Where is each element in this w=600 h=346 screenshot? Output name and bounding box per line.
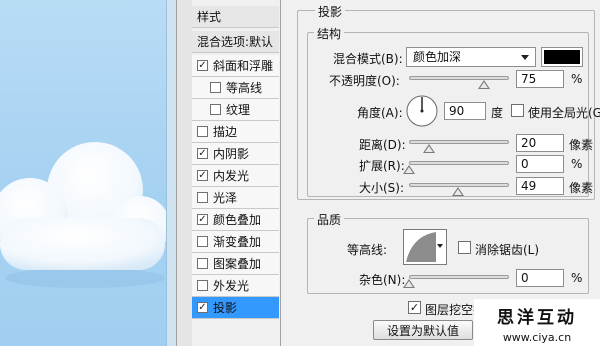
angle-label: 角度(A): bbox=[357, 106, 403, 120]
blend-options-label: 混合选项:默认 bbox=[197, 35, 274, 49]
opacity-unit: % bbox=[571, 72, 583, 86]
angle-field[interactable]: 90 bbox=[444, 102, 486, 120]
style-item-label: 颜色叠加 bbox=[213, 213, 262, 227]
contour-curve-icon bbox=[406, 232, 436, 262]
noise-slider[interactable] bbox=[409, 275, 509, 279]
distance-label: 距离(D): bbox=[359, 138, 406, 152]
style-item[interactable]: 渐变叠加 bbox=[192, 231, 279, 253]
cloud-illustration bbox=[0, 142, 170, 288]
spread-unit: % bbox=[571, 157, 583, 171]
knockout-checkbox[interactable]: ✓ bbox=[408, 301, 421, 314]
spread-field[interactable]: 0 bbox=[516, 155, 564, 173]
style-item[interactable]: ✓ 内阴影 bbox=[192, 143, 279, 165]
shadow-color-fill bbox=[544, 50, 580, 64]
dialog-edge bbox=[176, 0, 192, 346]
style-item-checkbox[interactable]: ✓ bbox=[197, 214, 208, 225]
quality-title: 品质 bbox=[314, 211, 345, 228]
drop-shadow-title: 投影 bbox=[315, 3, 346, 20]
size-field[interactable]: 49 bbox=[516, 177, 564, 195]
distance-unit: 像素 bbox=[569, 138, 594, 152]
styles-list: 样式 混合选项:默认 ✓ 斜面和浮雕等高线纹理描边 ✓ 内阴影 ✓ 内发光光泽 ✓ 颜色叠加渐… bbox=[192, 0, 280, 346]
distance-field[interactable]: 20 bbox=[516, 134, 564, 152]
style-item-checkbox[interactable] bbox=[197, 192, 208, 203]
style-item-label: 外发光 bbox=[213, 279, 250, 293]
style-item[interactable]: ✓ 投影 bbox=[192, 297, 279, 319]
noise-field[interactable]: 0 bbox=[516, 269, 564, 287]
style-item-checkbox[interactable]: ✓ bbox=[197, 148, 208, 159]
style-item-checkbox[interactable]: ✓ bbox=[197, 302, 208, 313]
style-item-label: 图案叠加 bbox=[213, 257, 262, 271]
style-item-checkbox[interactable] bbox=[197, 258, 208, 269]
style-item-checkbox[interactable] bbox=[210, 82, 221, 93]
style-item-checkbox[interactable]: ✓ bbox=[197, 60, 208, 71]
structure-title: 结构 bbox=[314, 25, 345, 42]
size-unit: 像素 bbox=[569, 181, 594, 195]
noise-label: 杂色(N): bbox=[359, 273, 406, 287]
style-item-label: 斜面和浮雕 bbox=[213, 59, 274, 73]
style-item-label: 内阴影 bbox=[213, 147, 250, 161]
document-canvas bbox=[0, 0, 176, 346]
blend-mode-select[interactable]: 颜色加深 bbox=[406, 47, 536, 67]
spread-slider-thumb[interactable] bbox=[403, 165, 415, 174]
noise-unit: % bbox=[571, 271, 583, 285]
style-item[interactable]: ✓ 斜面和浮雕 bbox=[192, 55, 279, 77]
style-item-label: 光泽 bbox=[213, 191, 238, 205]
style-item-label: 内发光 bbox=[213, 169, 250, 183]
style-item-checkbox[interactable] bbox=[197, 280, 208, 291]
contour-picker[interactable] bbox=[403, 229, 447, 265]
style-item-checkbox[interactable]: ✓ bbox=[197, 170, 208, 181]
angle-dial-icon[interactable] bbox=[405, 94, 439, 128]
spread-slider[interactable] bbox=[409, 161, 509, 165]
distance-slider-thumb[interactable] bbox=[423, 144, 435, 153]
blend-mode-value: 颜色加深 bbox=[413, 50, 462, 64]
style-item-label: 描边 bbox=[213, 125, 238, 139]
size-slider-thumb[interactable] bbox=[452, 187, 464, 196]
style-item-checkbox[interactable] bbox=[197, 126, 208, 137]
style-item[interactable]: ✓ 内发光 bbox=[192, 165, 279, 187]
opacity-slider[interactable] bbox=[409, 76, 509, 80]
style-item[interactable]: 等高线 bbox=[192, 77, 279, 99]
style-item[interactable]: 描边 bbox=[192, 121, 279, 143]
style-item[interactable]: 外发光 bbox=[192, 275, 279, 297]
styles-header[interactable]: 样式 bbox=[192, 6, 279, 28]
style-item[interactable]: 图案叠加 bbox=[192, 253, 279, 275]
shadow-color-swatch[interactable] bbox=[541, 47, 583, 67]
contour-label: 等高线: bbox=[347, 243, 388, 257]
style-item[interactable]: ✓ 颜色叠加 bbox=[192, 209, 279, 231]
global-light-label: 使用全局光(G) bbox=[528, 106, 600, 120]
anti-alias-checkbox[interactable] bbox=[458, 241, 471, 254]
style-item[interactable]: 纹理 bbox=[192, 99, 279, 121]
chevron-down-icon bbox=[521, 55, 529, 60]
opacity-slider-thumb[interactable] bbox=[478, 80, 490, 89]
style-item-label: 等高线 bbox=[226, 81, 263, 95]
style-item[interactable]: 光泽 bbox=[192, 187, 279, 209]
watermark-logo: 思洋互动 www.ciya.cn bbox=[474, 299, 600, 346]
blend-mode-label: 混合模式(B): bbox=[333, 52, 403, 66]
make-default-label: 设置为默认值 bbox=[386, 323, 459, 338]
noise-slider-thumb[interactable] bbox=[403, 279, 415, 288]
blend-options-item[interactable]: 混合选项:默认 bbox=[192, 31, 279, 53]
global-light-checkbox[interactable] bbox=[511, 104, 524, 117]
angle-unit: 度 bbox=[491, 106, 504, 120]
style-item-label: 渐变叠加 bbox=[213, 235, 262, 249]
contour-dropdown-icon bbox=[437, 244, 443, 248]
style-item-checkbox[interactable] bbox=[197, 236, 208, 247]
style-item-checkbox[interactable] bbox=[210, 104, 221, 115]
styles-header-label: 样式 bbox=[197, 10, 222, 24]
size-label: 大小(S): bbox=[359, 181, 405, 195]
make-default-button[interactable]: 设置为默认值 bbox=[373, 320, 473, 340]
canvas-scrollbar[interactable] bbox=[166, 0, 176, 346]
watermark-title: 思洋互动 bbox=[497, 308, 577, 328]
style-item-label: 投影 bbox=[213, 301, 238, 315]
anti-alias-label: 消除锯齿(L) bbox=[475, 243, 540, 257]
opacity-label: 不透明度(O): bbox=[329, 74, 400, 88]
style-item-label: 纹理 bbox=[226, 103, 251, 117]
opacity-field[interactable]: 75 bbox=[516, 70, 564, 88]
drop-shadow-panel: 投影 结构 混合模式(B): 颜色加深 不透明度(O): 75 % 角度(A):… bbox=[280, 0, 600, 346]
watermark-url: www.ciya.cn bbox=[502, 331, 572, 344]
spread-label: 扩展(R): bbox=[359, 159, 405, 173]
